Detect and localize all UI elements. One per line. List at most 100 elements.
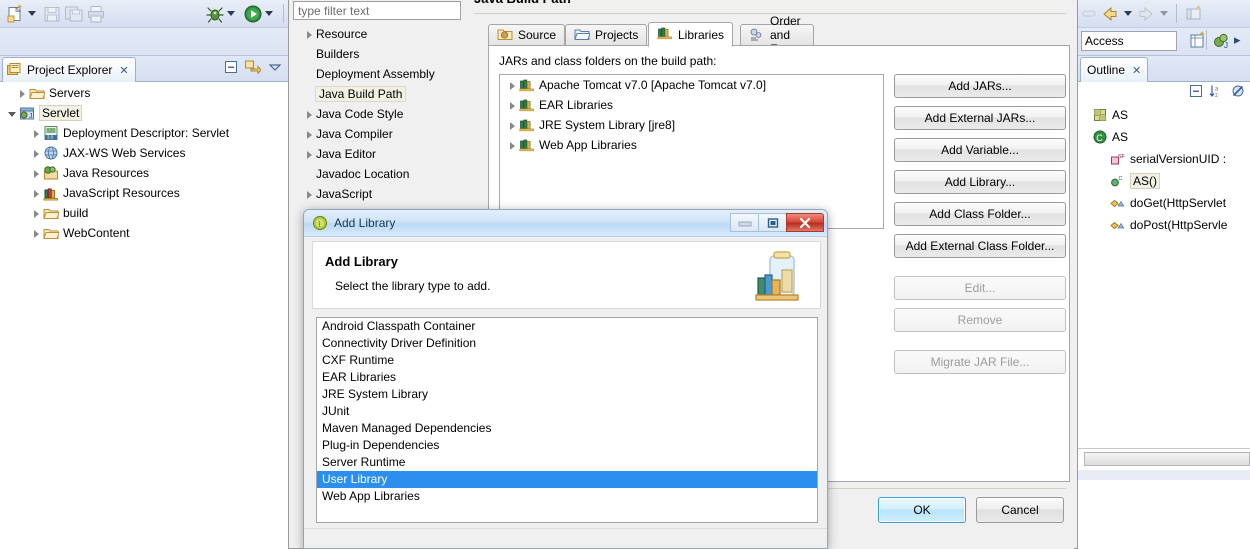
pref-item-java-compiler[interactable]: Java Compiler xyxy=(293,124,461,144)
tree-item-java-resources[interactable]: Java Resources xyxy=(0,163,288,183)
access-input[interactable]: Access xyxy=(1081,31,1177,51)
expand-twisty[interactable] xyxy=(303,148,316,161)
dock-sash-handle[interactable] xyxy=(1084,452,1250,466)
pref-item-builders[interactable]: Builders xyxy=(293,44,461,64)
add-external-jars-button[interactable]: Add External JARs... xyxy=(894,106,1066,130)
tree-item-deployment-descriptor[interactable]: 3.0 Deployment Descriptor: Servlet xyxy=(0,123,288,143)
close-button[interactable] xyxy=(786,213,824,232)
maximize-button[interactable] xyxy=(758,213,786,232)
back-arrow-icon[interactable] xyxy=(1100,4,1120,27)
outline-item-method-dopost[interactable]: doPost(HttpServle xyxy=(1078,214,1250,236)
list-item[interactable]: Android Classpath Container xyxy=(317,318,817,335)
tab-source[interactable]: Source xyxy=(488,24,566,46)
run-icon[interactable] xyxy=(243,4,263,24)
list-item[interactable]: JRE System Library xyxy=(317,386,817,403)
new-wizard-icon[interactable] xyxy=(6,4,26,24)
pref-item-javadoc-location[interactable]: Javadoc Location xyxy=(293,164,461,184)
java-perspective-icon[interactable]: J xyxy=(1212,31,1232,54)
expand-twisty[interactable] xyxy=(303,108,316,121)
close-icon[interactable]: ✕ xyxy=(1132,64,1141,77)
outline-item-method-doget[interactable]: doGet(HttpServlet xyxy=(1078,192,1250,214)
add-class-folder-button[interactable]: Add Class Folder... xyxy=(894,202,1066,226)
new-java-class-icon[interactable] xyxy=(1188,31,1208,54)
outline-item-constructor[interactable]: C AS() xyxy=(1078,170,1250,192)
library-row[interactable]: Web App Libraries xyxy=(500,135,883,155)
pref-item-java-build-path[interactable]: Java Build Path xyxy=(293,84,461,104)
library-type-list[interactable]: Android Classpath Container Connectivity… xyxy=(316,317,818,523)
tab-libraries[interactable]: Libraries xyxy=(648,22,734,47)
tab-project-explorer[interactable]: Project Explorer ✕ xyxy=(2,57,136,82)
expand-twisty[interactable] xyxy=(506,139,519,152)
minimize-button[interactable] xyxy=(730,213,758,232)
expand-twisty[interactable] xyxy=(30,127,43,140)
expand-twisty[interactable] xyxy=(30,227,43,240)
collapse-all-icon[interactable] xyxy=(224,60,238,77)
add-external-class-folder-button[interactable]: Add External Class Folder... xyxy=(894,234,1066,258)
outline-item-package[interactable]: AS xyxy=(1078,104,1250,126)
expand-twisty[interactable] xyxy=(303,28,316,41)
list-item[interactable]: Connectivity Driver Definition xyxy=(317,335,817,352)
outline-tree[interactable]: AS C AS S F serialVersionUID: C AS() do… xyxy=(1078,104,1250,549)
tree-item-servlet[interactable]: J Servlet xyxy=(0,103,288,123)
ok-button[interactable]: OK xyxy=(878,497,966,523)
debug-icon[interactable] xyxy=(205,4,225,24)
list-item[interactable]: CXF Runtime xyxy=(317,352,817,369)
close-icon[interactable]: ✕ xyxy=(119,64,128,77)
tab-outline[interactable]: Outline ✕ xyxy=(1080,57,1149,82)
tab-order-and-export[interactable]: Order and Export xyxy=(740,14,814,56)
tree-item-build[interactable]: build xyxy=(0,203,288,223)
expand-twisty[interactable] xyxy=(506,99,519,112)
library-row[interactable]: JRE System Library [jre8] xyxy=(500,115,883,135)
library-row[interactable]: Apache Tomcat v7.0 [Apache Tomcat v7.0] xyxy=(500,75,883,95)
add-library-button[interactable]: Add Library... xyxy=(894,170,1066,194)
tab-projects[interactable]: Projects xyxy=(565,24,648,46)
hide-fields-icon[interactable] xyxy=(1231,84,1247,101)
pref-item-javascript[interactable]: JavaScript xyxy=(293,184,461,204)
pref-item-resource[interactable]: Resource xyxy=(293,24,461,44)
link-with-editor-icon[interactable] xyxy=(245,60,262,77)
outline-item-field[interactable]: S F serialVersionUID : xyxy=(1078,148,1250,170)
tree-item-servers[interactable]: Servers xyxy=(0,83,288,103)
dock-overflow-label[interactable]: ▸ xyxy=(1234,32,1241,48)
expand-twisty[interactable] xyxy=(30,207,43,220)
expand-twisty[interactable] xyxy=(16,87,29,100)
pref-item-java-code-style[interactable]: Java Code Style xyxy=(293,104,461,124)
open-perspective-icon[interactable] xyxy=(1184,4,1204,27)
add-jars-button[interactable]: Add JARs... xyxy=(894,74,1066,98)
list-item-selected[interactable]: User Library xyxy=(317,471,817,488)
expand-twisty[interactable] xyxy=(303,128,316,141)
new-dropdown-arrow[interactable] xyxy=(28,11,36,16)
tree-item-webcontent[interactable]: WebContent xyxy=(0,223,288,243)
project-explorer-tree[interactable]: Servers J Servlet 3.0 Deployment Descrip… xyxy=(0,83,288,549)
back-dropdown-arrow[interactable] xyxy=(1124,11,1132,16)
debug-dropdown-arrow[interactable] xyxy=(227,11,235,16)
list-item[interactable]: JUnit xyxy=(317,403,817,420)
filter-text-input[interactable]: type filter text xyxy=(293,1,461,20)
cancel-button[interactable]: Cancel xyxy=(976,497,1064,523)
sort-icon[interactable]: a z xyxy=(1209,84,1225,101)
tree-item-jaxws[interactable]: JAX-WS Web Services xyxy=(0,143,288,163)
expand-twisty[interactable] xyxy=(506,119,519,132)
list-item[interactable]: Maven Managed Dependencies xyxy=(317,420,817,437)
view-menu-icon[interactable] xyxy=(268,60,282,77)
list-item[interactable]: Plug-in Dependencies xyxy=(317,437,817,454)
list-item[interactable]: Server Runtime xyxy=(317,454,817,471)
expand-twisty[interactable] xyxy=(506,79,519,92)
dialog-title-bar[interactable]: i Add Library xyxy=(304,210,827,237)
expand-twisty[interactable] xyxy=(30,187,43,200)
pref-item-deployment-assembly[interactable]: Deployment Assembly xyxy=(293,64,461,84)
forward-dropdown-arrow[interactable] xyxy=(1160,11,1168,16)
collapse-twisty[interactable] xyxy=(6,107,19,120)
list-item[interactable]: Web App Libraries xyxy=(317,488,817,505)
tree-item-javascript-resources[interactable]: JavaScript Resources xyxy=(0,183,288,203)
expand-twisty[interactable] xyxy=(30,147,43,160)
library-row[interactable]: EAR Libraries xyxy=(500,95,883,115)
run-dropdown-arrow[interactable] xyxy=(265,11,273,16)
collapse-all-icon[interactable] xyxy=(1189,84,1203,101)
add-variable-button[interactable]: Add Variable... xyxy=(894,138,1066,162)
expand-twisty[interactable] xyxy=(303,188,316,201)
pref-item-java-editor[interactable]: Java Editor xyxy=(293,144,461,164)
libraries-list[interactable]: Apache Tomcat v7.0 [Apache Tomcat v7.0] xyxy=(499,74,884,229)
list-item[interactable]: EAR Libraries xyxy=(317,369,817,386)
outline-item-class[interactable]: C AS xyxy=(1078,126,1250,148)
